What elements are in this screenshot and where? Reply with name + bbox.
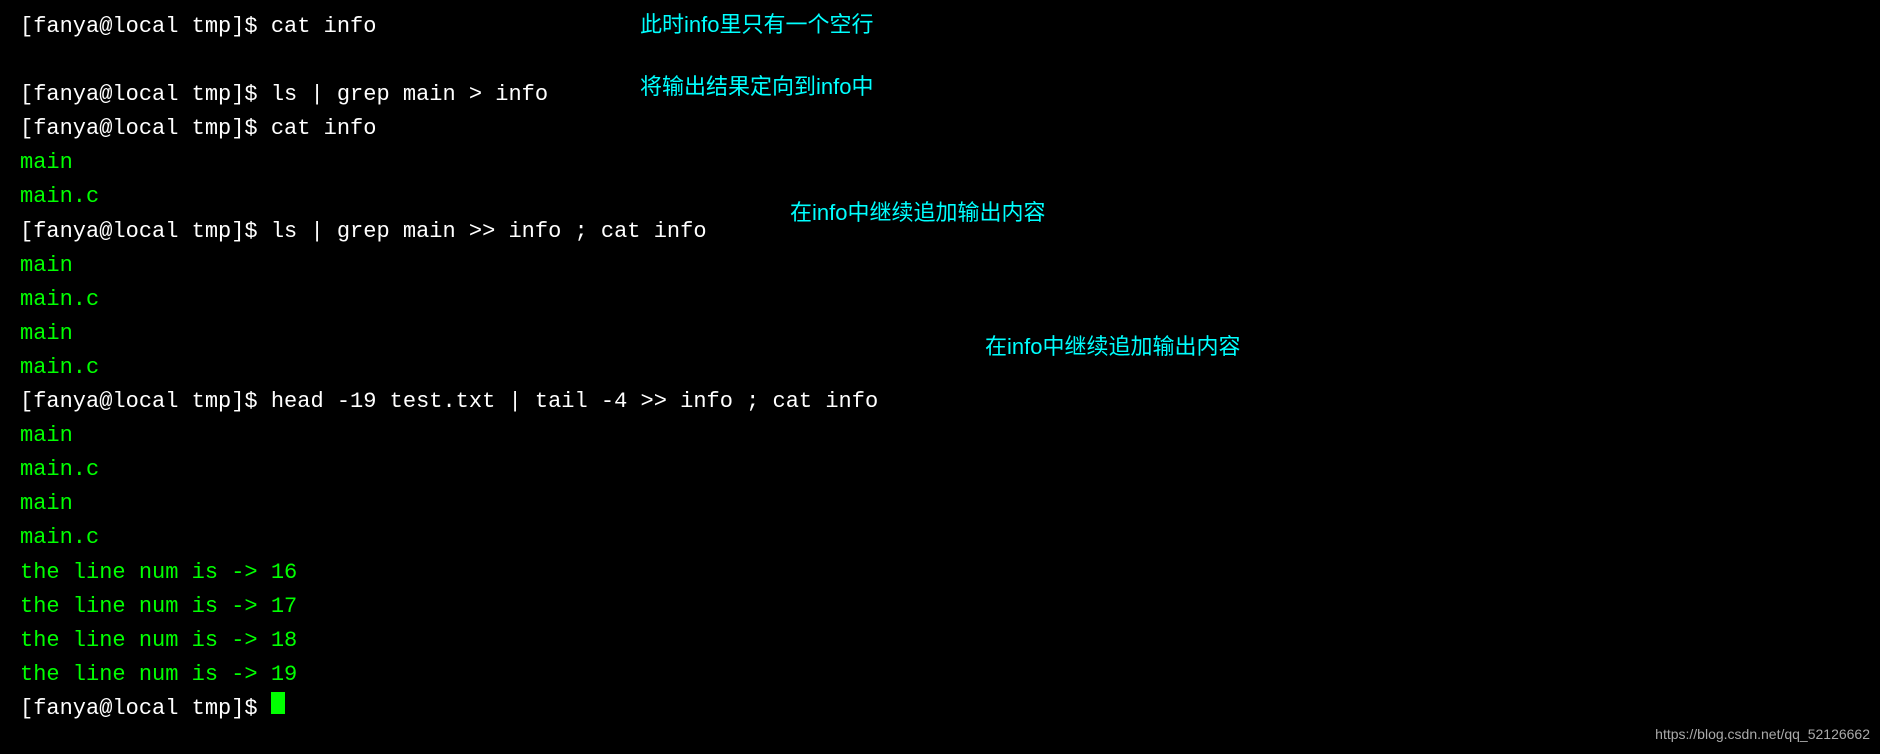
- output-text: the line num is -> 16: [20, 556, 297, 590]
- command-text: ls | grep main > info: [271, 78, 548, 112]
- terminal-line: the line num is -> 19: [20, 658, 1860, 692]
- command-text: ls | grep main >> info ; cat info: [271, 215, 707, 249]
- output-text: main: [20, 487, 73, 521]
- prompt: [fanya@local tmp]$: [20, 215, 271, 249]
- terminal-window: [fanya@local tmp]$ cat info [fanya@local…: [0, 0, 1880, 736]
- terminal-line: main.c: [20, 453, 1860, 487]
- prompt: [fanya@local tmp]$: [20, 10, 271, 44]
- terminal-line: the line num is -> 17: [20, 590, 1860, 624]
- output-text: the line num is -> 17: [20, 590, 297, 624]
- command-text: head -19 test.txt | tail -4 >> info ; ca…: [271, 385, 878, 419]
- terminal-line: [fanya@local tmp]$ cat info: [20, 10, 1860, 44]
- output-text: main.c: [20, 283, 99, 317]
- terminal-line: main: [20, 249, 1860, 283]
- terminal-line: the line num is -> 16: [20, 556, 1860, 590]
- command-text: cat info: [271, 112, 377, 146]
- terminal-line: main: [20, 317, 1860, 351]
- output-text: the line num is -> 18: [20, 624, 297, 658]
- annotation-3: 在info中继续追加输出内容: [985, 330, 1240, 364]
- terminal-line: main.c: [20, 283, 1860, 317]
- annotation-0: 此时info里只有一个空行: [640, 8, 873, 42]
- output-text: main: [20, 249, 73, 283]
- output-text: main.c: [20, 351, 99, 385]
- prompt: [fanya@local tmp]$: [20, 78, 271, 112]
- output-text: main: [20, 146, 73, 180]
- terminal-line: [fanya@local tmp]$ ls | grep main > info: [20, 78, 1860, 112]
- output-text: the line num is -> 19: [20, 658, 297, 692]
- terminal-line: [fanya@local tmp]$ cat info: [20, 112, 1860, 146]
- terminal-line: the line num is -> 18: [20, 624, 1860, 658]
- terminal-line: main.c: [20, 351, 1860, 385]
- terminal-line: main: [20, 487, 1860, 521]
- annotation-1: 将输出结果定向到info中: [640, 70, 873, 104]
- annotation-2: 在info中继续追加输出内容: [790, 196, 1045, 230]
- prompt: [fanya@local tmp]$: [20, 385, 271, 419]
- output-text: main.c: [20, 521, 99, 555]
- watermark: https://blog.csdn.net/qq_52126662: [1655, 724, 1870, 746]
- terminal-line: main: [20, 419, 1860, 453]
- command-text: cat info: [271, 10, 377, 44]
- terminal-line: main: [20, 146, 1860, 180]
- terminal-line: main.c: [20, 521, 1860, 555]
- output-text: main.c: [20, 180, 99, 214]
- prompt: [fanya@local tmp]$: [20, 112, 271, 146]
- prompt: [fanya@local tmp]$: [20, 692, 271, 726]
- output-text: main: [20, 317, 73, 351]
- output-text: main.c: [20, 453, 99, 487]
- terminal-line: [fanya@local tmp]$ head -19 test.txt | t…: [20, 385, 1860, 419]
- output-text: main: [20, 419, 73, 453]
- terminal-line: [20, 44, 1860, 78]
- terminal-line: [fanya@local tmp]$: [20, 692, 1860, 726]
- cursor: [271, 692, 285, 714]
